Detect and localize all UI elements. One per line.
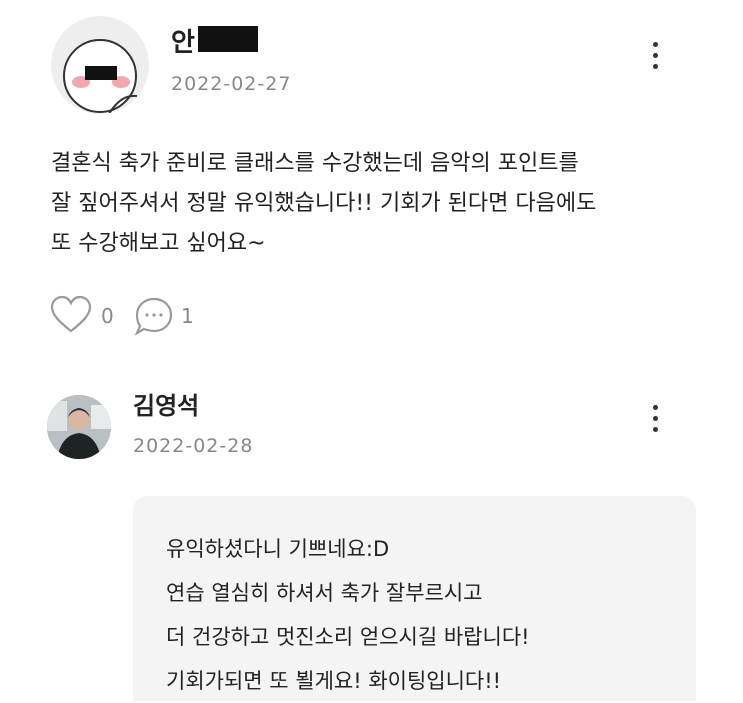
comment-button[interactable] [134, 296, 174, 336]
reply-author: 김영석 [133, 392, 200, 420]
review-body: 결혼식 축가 준비로 클래스를 수강했는데 음악의 포인트를 잘 짚어주셔서 정… [51, 144, 711, 264]
more-vertical-icon[interactable] [645, 38, 665, 74]
like-button[interactable] [50, 295, 92, 335]
speech-bubble-icon [134, 297, 173, 336]
reply-line: 기회가되면 또 뵐게요! 화이팅입니다!! [166, 669, 502, 693]
reply-line: 연습 열심히 하셔서 축가 잘부르시고 [166, 581, 483, 605]
reply-date: 2022-02-28 [133, 435, 254, 457]
reply-body: 유익하셨다니 기쁘네요:D 연습 열심히 하셔서 축가 잘부르시고 더 건강하고… [166, 527, 530, 703]
reply-line: 더 건강하고 멋진소리 얻으시길 바랍니다! [166, 625, 530, 649]
more-vertical-icon[interactable] [645, 401, 665, 437]
heart-icon [50, 295, 92, 333]
review-author: 안 [171, 28, 195, 58]
review-body-line: 또 수강해보고 싶어요~ [51, 231, 266, 256]
like-count: 0 [101, 304, 114, 328]
avatar[interactable] [47, 395, 111, 459]
review-body-line: 잘 짚어주셔서 정말 유익했습니다!! 기회가 된다면 다음에도 [51, 191, 597, 216]
avatar[interactable] [51, 16, 149, 114]
cartoon-avatar-icon [63, 39, 138, 114]
review-body-line: 결혼식 축가 준비로 클래스를 수강했는데 음악의 포인트를 [51, 151, 579, 176]
comment-count: 1 [181, 304, 194, 328]
reply-line: 유익하셨다니 기쁘네요:D [166, 537, 390, 561]
redacted-name-block [198, 26, 258, 52]
review-date: 2022-02-27 [171, 73, 292, 95]
profile-photo-icon [47, 395, 111, 459]
